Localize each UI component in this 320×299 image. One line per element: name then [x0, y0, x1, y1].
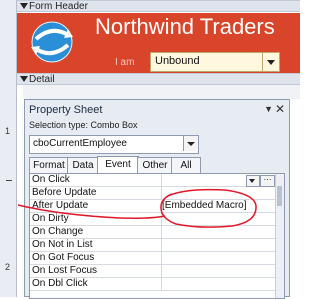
red-annotation-overlay	[17, 188, 257, 228]
underline-annotation	[17, 204, 166, 219]
circle-annotation	[160, 188, 257, 228]
